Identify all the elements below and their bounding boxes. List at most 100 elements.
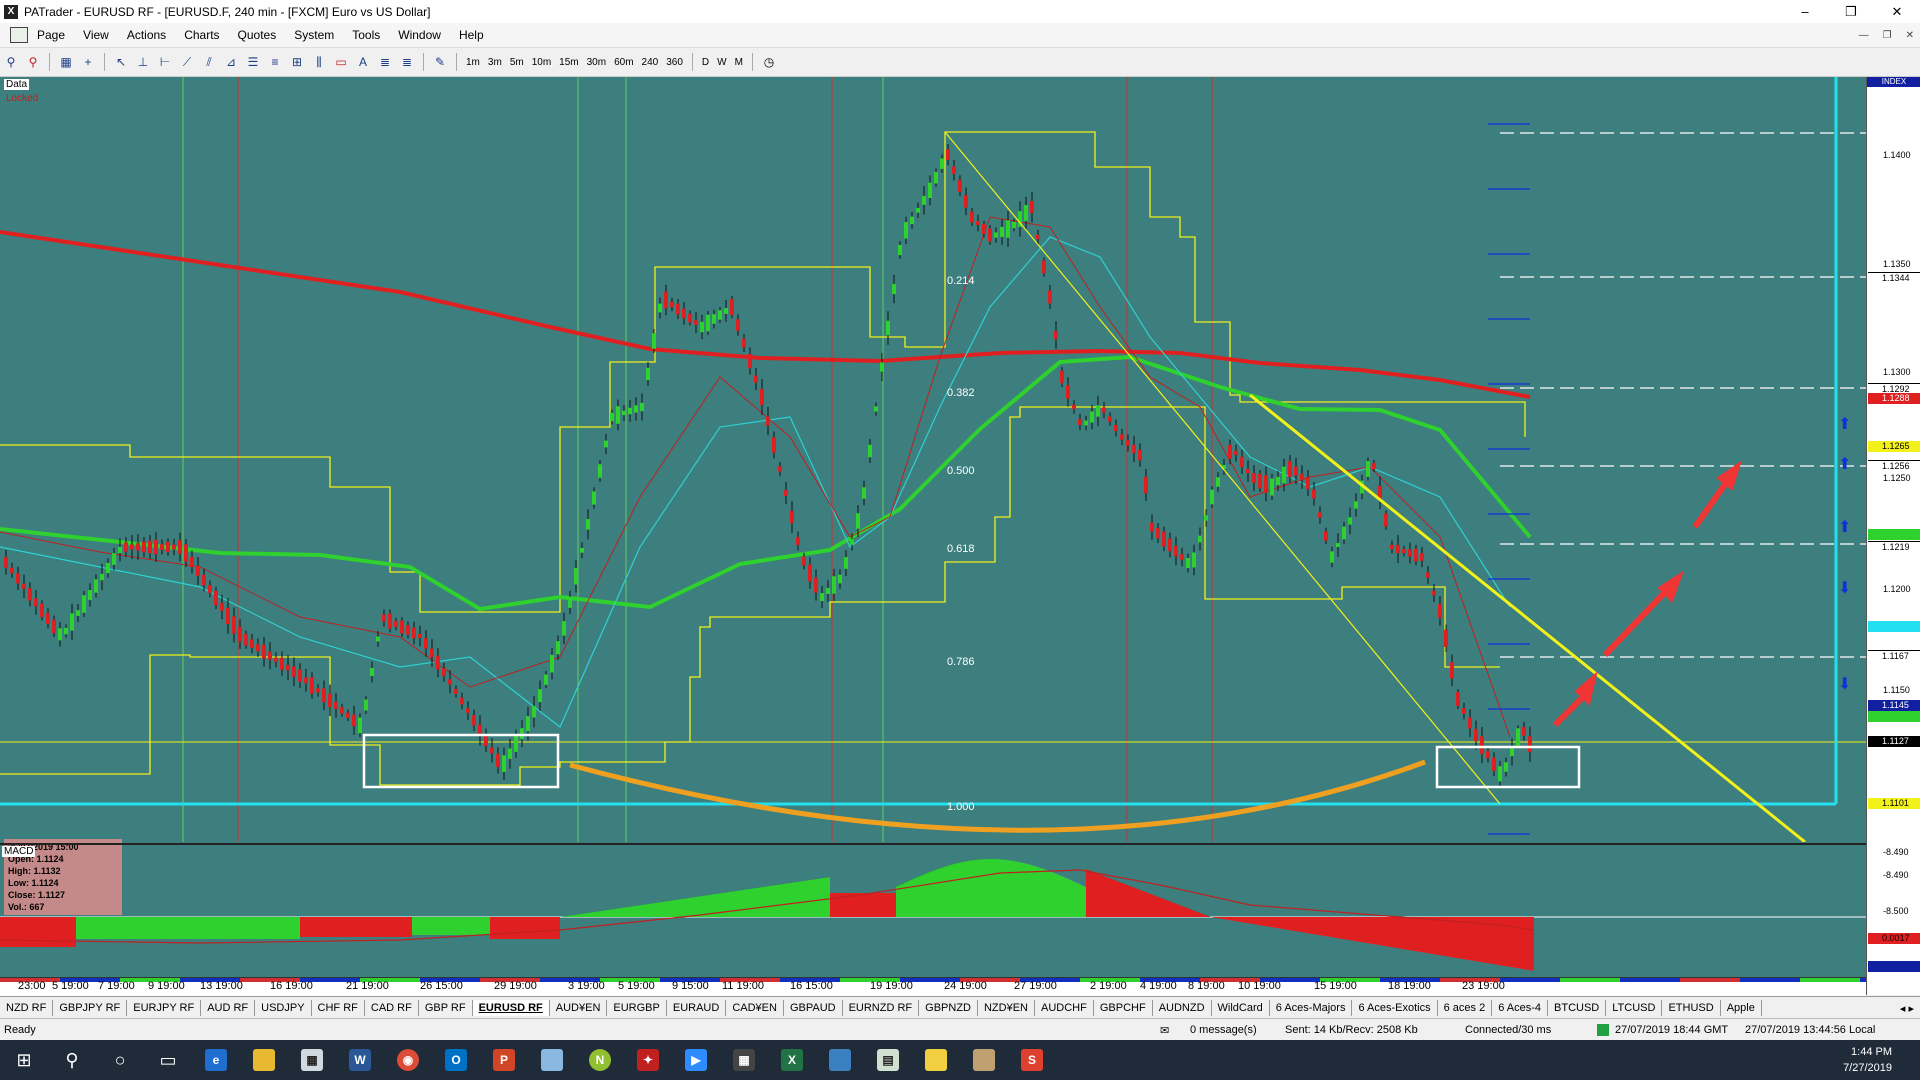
levels2-icon[interactable]: ≣ — [399, 54, 415, 70]
mdi-minimize-icon[interactable]: — — [1859, 30, 1869, 41]
timeframe-60m[interactable]: 60m — [614, 57, 633, 68]
tab-usdjpy[interactable]: USDJPY — [255, 1000, 312, 1016]
price-chart[interactable]: ⬆ ⬆ ⬆ ⬇ ⬇ — [0, 77, 1866, 842]
tab-6-aces-majors[interactable]: 6 Aces-Majors — [1270, 1000, 1353, 1016]
vertical-line-icon[interactable]: ⊥ — [135, 54, 151, 70]
fib-retracement-icon[interactable]: ☰ — [245, 54, 261, 70]
patrader-icon[interactable]: ▦ — [288, 1040, 336, 1080]
app-icon-red[interactable]: ✦ — [624, 1040, 672, 1080]
menu-charts[interactable]: Charts — [175, 28, 228, 42]
chrome-icon[interactable]: ◉ — [384, 1040, 432, 1080]
tab-nzd-rf[interactable]: NZD RF — [0, 1000, 54, 1016]
tab-audnzd[interactable]: AUDNZD — [1153, 1000, 1212, 1016]
menu-view[interactable]: View — [74, 28, 118, 42]
timeframe-3m[interactable]: 3m — [488, 57, 502, 68]
notes-icon[interactable] — [528, 1040, 576, 1080]
timeframe-240[interactable]: 240 — [642, 57, 659, 68]
disconnect-icon[interactable]: ⚲ — [25, 54, 41, 70]
crosshair-icon[interactable]: + — [80, 54, 96, 70]
cycle-icon[interactable]: ⫼ — [311, 54, 327, 70]
pencil-icon[interactable]: ✎ — [432, 54, 448, 70]
tab-euraud[interactable]: EURAUD — [667, 1000, 727, 1016]
channel-icon[interactable]: ⫽ — [201, 54, 217, 70]
macd-panel[interactable]: MACD — [0, 843, 1866, 979]
tab-aud-en[interactable]: AUD¥EN — [550, 1000, 608, 1016]
menu-page[interactable]: Page — [28, 28, 74, 42]
calculator-icon[interactable]: ▦ — [720, 1040, 768, 1080]
tab-apple[interactable]: Apple — [1721, 1000, 1762, 1016]
powerpoint-icon[interactable]: P — [480, 1040, 528, 1080]
tab-cad-rf[interactable]: CAD RF — [365, 1000, 419, 1016]
clock-icon[interactable]: ◷ — [761, 54, 777, 70]
text-icon[interactable]: A — [355, 54, 371, 70]
file-explorer-icon[interactable] — [240, 1040, 288, 1080]
tab-nzd-en[interactable]: NZD¥EN — [978, 1000, 1035, 1016]
snagit-icon[interactable]: S — [1008, 1040, 1056, 1080]
tab-cad-en[interactable]: CAD¥EN — [726, 1000, 784, 1016]
menu-help[interactable]: Help — [450, 28, 493, 42]
levels-icon[interactable]: ≣ — [377, 54, 393, 70]
horizontal-line-icon[interactable]: ⊢ — [157, 54, 173, 70]
sticky-notes-icon[interactable] — [912, 1040, 960, 1080]
start-button[interactable]: ⊞ — [0, 1040, 48, 1080]
edge-icon[interactable]: e — [192, 1040, 240, 1080]
excel-icon[interactable]: X — [768, 1040, 816, 1080]
tab-6-aces-4[interactable]: 6 Aces-4 — [1492, 1000, 1549, 1016]
tab-gbpnzd[interactable]: GBPNZD — [919, 1000, 978, 1016]
app-icon-chart[interactable]: ▤ — [864, 1040, 912, 1080]
menu-system[interactable]: System — [285, 28, 343, 42]
app-icon-blue[interactable] — [816, 1040, 864, 1080]
timeframe-1m[interactable]: 1m — [466, 57, 480, 68]
tab-scroll-arrows[interactable]: ◂ ▸ — [1900, 1002, 1914, 1015]
task-view-icon[interactable]: ▭ — [144, 1040, 192, 1080]
tab-wildcard[interactable]: WildCard — [1212, 1000, 1270, 1016]
mdi-restore-icon[interactable]: ❐ — [1883, 30, 1892, 41]
tab-eurusd-rf[interactable]: EURUSD RF — [472, 1000, 550, 1016]
timeframe-360[interactable]: 360 — [666, 57, 683, 68]
chart-area[interactable]: ⬆ ⬆ ⬆ ⬇ ⬇ Data Locked 0.214 0.382 0.500 … — [0, 77, 1920, 996]
timeframe-m[interactable]: M — [735, 57, 743, 68]
menu-actions[interactable]: Actions — [118, 28, 175, 42]
gann-icon[interactable]: ⊞ — [289, 54, 305, 70]
close-button[interactable]: ✕ — [1874, 0, 1920, 23]
tab-eurgbp[interactable]: EURGBP — [607, 1000, 667, 1016]
price-panel[interactable]: ⬆ ⬆ ⬆ ⬇ ⬇ Data Locked 0.214 0.382 0.500 … — [0, 77, 1866, 915]
search-icon[interactable]: ⚲ — [48, 1040, 96, 1080]
tab-eurjpy-rf[interactable]: EURJPY RF — [127, 1000, 202, 1016]
timeframe-10m[interactable]: 10m — [532, 57, 551, 68]
chart-icon[interactable]: ▦ — [58, 54, 74, 70]
timeframe-30m[interactable]: 30m — [587, 57, 606, 68]
minimize-button[interactable]: – — [1782, 0, 1828, 23]
tab-6-aces-2[interactable]: 6 aces 2 — [1438, 1000, 1493, 1016]
mdi-close-icon[interactable]: ✕ — [1906, 30, 1914, 41]
mail-icon[interactable]: ✉ — [1160, 1024, 1169, 1037]
pointer-icon[interactable]: ↖ — [113, 54, 129, 70]
system-clock[interactable]: 1:44 PM 7/27/2019 — [1843, 1044, 1892, 1076]
tab-ethusd[interactable]: ETHUSD — [1662, 1000, 1721, 1016]
tab-gbpjpy-rf[interactable]: GBPJPY RF — [53, 1000, 128, 1016]
menu-quotes[interactable]: Quotes — [229, 28, 286, 42]
outlook-icon[interactable]: O — [432, 1040, 480, 1080]
fib-fan-icon[interactable]: ⊿ — [223, 54, 239, 70]
maximize-button[interactable]: ❐ — [1828, 0, 1874, 23]
fib-extension-icon[interactable]: ≡ — [267, 54, 283, 70]
timeframe-5m[interactable]: 5m — [510, 57, 524, 68]
tab-gbpchf[interactable]: GBPCHF — [1094, 1000, 1153, 1016]
timeframe-15m[interactable]: 15m — [559, 57, 578, 68]
timeframe-w[interactable]: W — [717, 57, 726, 68]
cortana-icon[interactable]: ○ — [96, 1040, 144, 1080]
menu-tools[interactable]: Tools — [343, 28, 389, 42]
ninja-icon[interactable]: N — [576, 1040, 624, 1080]
paint-icon[interactable] — [960, 1040, 1008, 1080]
zoom-icon[interactable]: ▶ — [672, 1040, 720, 1080]
tab-audchf[interactable]: AUDCHF — [1035, 1000, 1094, 1016]
tab-gbp-rf[interactable]: GBP RF — [419, 1000, 473, 1016]
tab-eurnzd-rf[interactable]: EURNZD RF — [843, 1000, 920, 1016]
macd-chart[interactable] — [0, 845, 1866, 979]
menu-window[interactable]: Window — [389, 28, 450, 42]
tab-chf-rf[interactable]: CHF RF — [312, 1000, 365, 1016]
rectangle-icon[interactable]: ▭ — [333, 54, 349, 70]
trend-line-icon[interactable]: ⟋ — [179, 54, 195, 70]
tab-gbpaud[interactable]: GBPAUD — [784, 1000, 843, 1016]
timeframe-d[interactable]: D — [702, 57, 709, 68]
